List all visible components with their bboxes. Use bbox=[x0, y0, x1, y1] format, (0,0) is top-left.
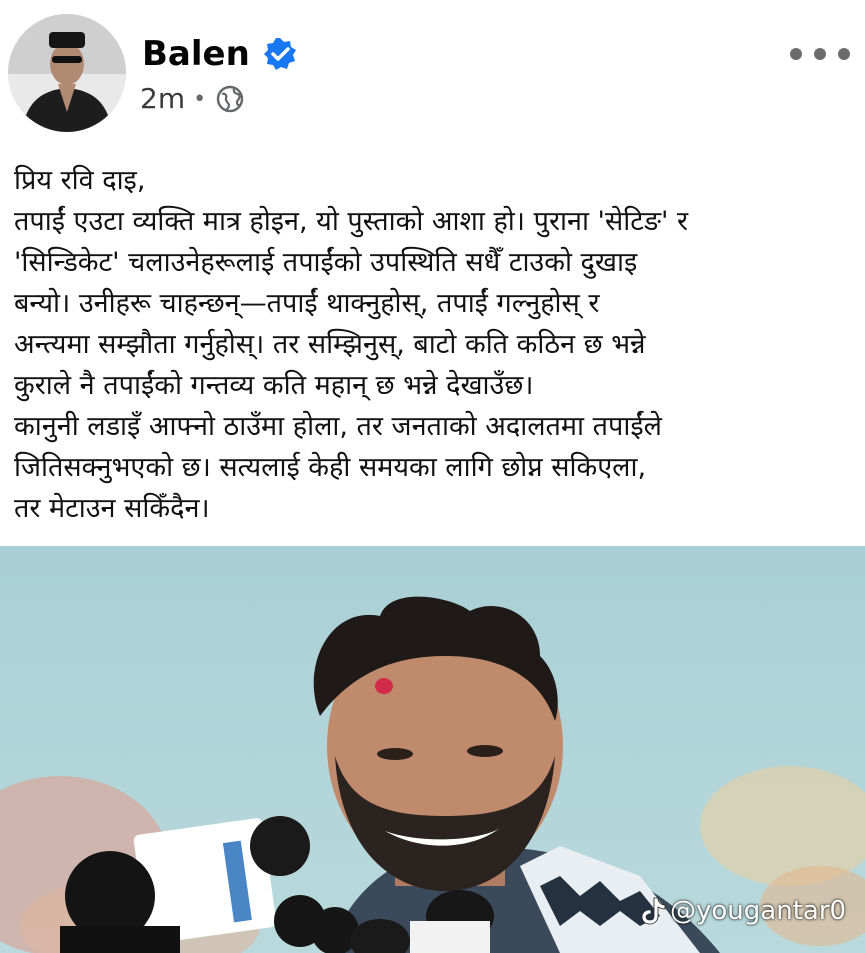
avatar-image bbox=[8, 14, 126, 132]
post-text-line: कुराले नै तपाईंको गन्तव्य कति महान् छ भन… bbox=[14, 370, 534, 401]
author-line: Balen bbox=[142, 34, 298, 74]
globe-icon[interactable] bbox=[216, 85, 244, 113]
post-text-line: तर मेटाउन सकिँदैन। bbox=[14, 493, 210, 524]
more-dot bbox=[814, 48, 826, 60]
post-text-line: तपाईं एउटा व्यक्ति मात्र होइन, यो पुस्ता… bbox=[14, 206, 689, 237]
post-photo[interactable] bbox=[0, 546, 865, 953]
photo-image bbox=[0, 546, 865, 953]
watermark-text: @yougantar0 bbox=[670, 896, 847, 926]
post-text-line: अन्त्यमा सम्झौता गर्नुहोस्। तर सम्झिनुस्… bbox=[14, 329, 646, 360]
post-text-line: 'सिन्डिकेट' चलाउनेहरूलाई तपाईंको उपस्थित… bbox=[14, 247, 638, 278]
more-options-icon[interactable] bbox=[790, 36, 850, 72]
post-timestamp[interactable]: 2m bbox=[140, 82, 185, 116]
post-text-line: बन्यो। उनीहरू चाहन्छन्—तपाईं थाक्नुहोस्,… bbox=[14, 288, 600, 319]
meta-separator: • bbox=[193, 86, 207, 112]
post-text-line: जितिसक्नुभएको छ। सत्यलाई केही समयका लागि… bbox=[14, 452, 647, 483]
more-dot bbox=[790, 48, 802, 60]
more-dot bbox=[838, 48, 850, 60]
tiktok-icon bbox=[640, 896, 666, 926]
post-body: प्रिय रवि दाइ, तपाईं एउटा व्यक्ति मात्र … bbox=[14, 160, 854, 529]
post-text-line: कानुनी लडाइँ आफ्नो ठाउँमा होला, तर जनताक… bbox=[14, 411, 662, 442]
verified-badge-icon bbox=[262, 36, 298, 72]
post-meta: 2m • bbox=[140, 82, 244, 116]
post-text-line: प्रिय रवि दाइ, bbox=[14, 165, 146, 196]
author-avatar[interactable] bbox=[8, 14, 126, 132]
author-name[interactable]: Balen bbox=[142, 34, 250, 74]
watermark: @yougantar0 bbox=[640, 896, 846, 926]
post-header: Balen 2m • bbox=[0, 0, 865, 140]
